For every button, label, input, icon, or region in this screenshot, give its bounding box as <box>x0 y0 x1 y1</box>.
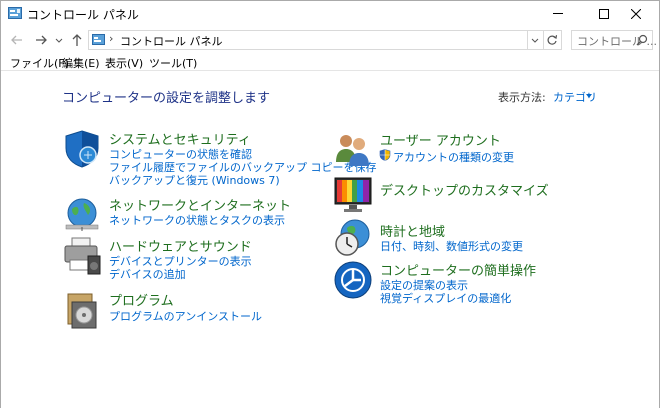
category-title[interactable]: ユーザー アカウント <box>380 130 501 149</box>
window-title: コントロール パネル <box>27 8 139 22</box>
address-bar[interactable]: › コントロール パネル <box>88 30 528 50</box>
printer-speaker-icon[interactable] <box>62 236 102 276</box>
forward-arrow-icon[interactable] <box>32 31 50 49</box>
category-link[interactable]: ネットワークの状態とタスクの表示 <box>109 212 285 228</box>
menu-file[interactable]: ファイル(F) <box>10 55 69 71</box>
category-ease-of-access: コンピューターの簡単操作 設定の提案の表示 視覚ディスプレイの最適化 <box>333 260 593 306</box>
close-button[interactable] <box>613 1 659 27</box>
category-link[interactable]: デバイスの追加 <box>109 266 186 282</box>
navigation-bar: › コントロール パネル コントロール ... <box>1 27 659 53</box>
category-link[interactable]: 視覚ディスプレイの最適化 <box>380 290 511 306</box>
category-title[interactable]: プログラム <box>109 290 174 309</box>
programs-disc-icon[interactable] <box>62 290 102 330</box>
category-link[interactable]: バックアップと復元 (Windows 7) <box>109 172 280 188</box>
category-hardware-sound: ハードウェアとサウンド デバイスとプリンターの表示 デバイスの追加 <box>62 236 322 282</box>
category-clock-region: 時計と地域 日付、時刻、数値形式の変更 <box>333 218 593 258</box>
chevron-down-icon <box>531 38 539 43</box>
clock-globe-icon[interactable] <box>333 218 373 258</box>
menu-edit[interactable]: 編集(E) <box>62 55 100 71</box>
category-title[interactable]: デスクトップのカスタマイズ <box>380 180 549 199</box>
category-link[interactable]: 日付、時刻、数値形式の変更 <box>380 238 523 254</box>
maximize-icon <box>599 9 609 19</box>
category-link[interactable]: プログラムのアンインストール <box>109 308 262 324</box>
ease-of-access-icon[interactable] <box>333 260 373 300</box>
category-link[interactable]: アカウントの種類の変更 <box>393 149 514 165</box>
minimize-icon <box>553 13 563 14</box>
menu-tools[interactable]: ツール(T) <box>149 55 197 71</box>
desktop-monitor-icon[interactable] <box>333 175 373 215</box>
close-icon <box>631 9 641 19</box>
breadcrumb-control-panel[interactable]: コントロール パネル <box>120 33 223 49</box>
search-input[interactable]: コントロール ... <box>571 30 657 50</box>
search-icon[interactable] <box>636 34 648 46</box>
minimize-button[interactable] <box>535 1 581 27</box>
category-network-internet: ネットワークとインターネット ネットワークの状態とタスクの表示 <box>62 195 322 235</box>
up-arrow-icon[interactable] <box>68 31 86 49</box>
main-content: コンピューターの設定を調整します 表示方法: カテゴリ システムとセキュリティ … <box>1 72 659 408</box>
control-panel-location-icon <box>92 34 105 45</box>
control-panel-app-icon <box>8 7 22 19</box>
view-by-label: 表示方法: <box>498 91 546 104</box>
page-title: コンピューターの設定を調整します <box>62 91 271 106</box>
menu-bar: ファイル(F) 編集(E) 表示(V) ツール(T) <box>1 53 659 71</box>
uac-shield-icon <box>379 149 391 161</box>
address-history-dropdown[interactable] <box>528 30 544 50</box>
users-icon[interactable] <box>333 130 373 170</box>
category-appearance: デスクトップのカスタマイズ <box>333 175 593 215</box>
refresh-icon <box>547 35 558 45</box>
refresh-button[interactable] <box>544 30 562 50</box>
category-programs: プログラム プログラムのアンインストール <box>62 290 322 330</box>
category-system-security: システムとセキュリティ コンピューターの状態を確認 ファイル履歴でファイルのバッ… <box>62 129 377 191</box>
breadcrumb-separator-icon[interactable]: › <box>109 32 113 45</box>
view-by-caret-icon[interactable] <box>586 94 592 98</box>
category-user-accounts: ユーザー アカウント アカウントの種類の変更 <box>333 130 593 170</box>
network-globe-icon[interactable] <box>62 195 102 235</box>
recent-locations-chevron-icon[interactable] <box>54 31 64 49</box>
back-arrow-icon[interactable] <box>8 31 26 49</box>
system-security-shield-icon[interactable] <box>62 129 102 169</box>
title-bar[interactable]: コントロール パネル <box>1 1 659 27</box>
menu-view[interactable]: 表示(V) <box>105 55 143 71</box>
control-panel-window: コントロール パネル › コントロール パネル コントロール ... ファイル(… <box>0 0 660 408</box>
